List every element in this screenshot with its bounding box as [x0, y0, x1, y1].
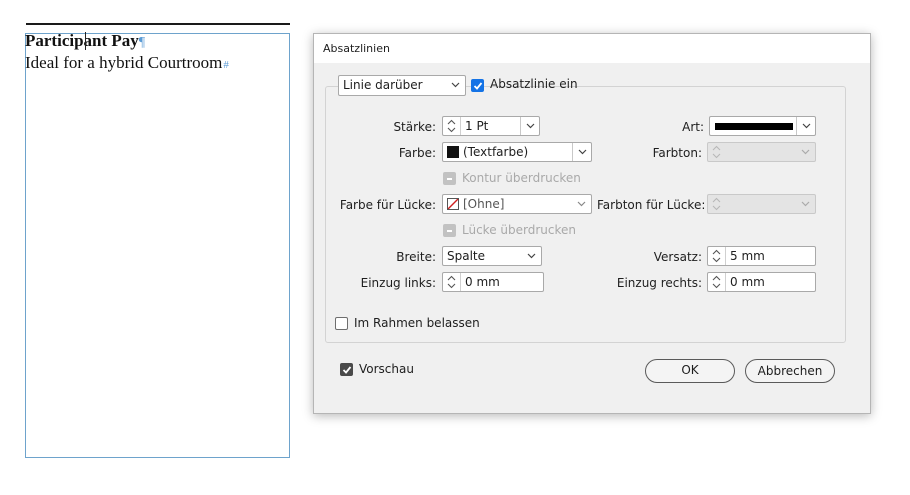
stepper-icon[interactable] — [443, 117, 461, 135]
color-swatch — [447, 146, 459, 158]
end-of-story-mark: # — [223, 59, 229, 71]
rule-type-value: Linie darüber — [343, 78, 423, 92]
offset-value: 5 mm — [730, 249, 765, 263]
chevron-down-icon[interactable] — [520, 117, 539, 135]
dialog-titlebar: Absatzlinien — [314, 34, 870, 63]
color-value: (Textfarbe) — [463, 145, 529, 159]
stepper-icon[interactable] — [443, 273, 461, 291]
width-select[interactable]: Spalte — [442, 246, 542, 266]
chevron-down-icon — [796, 143, 815, 161]
color-select[interactable]: (Textfarbe) — [442, 142, 592, 162]
text-frame[interactable] — [25, 33, 290, 458]
body-text: Ideal for a hybrid Courtroom — [25, 53, 223, 72]
text-cursor — [85, 32, 86, 50]
left-indent-label: Einzug links: — [360, 276, 436, 290]
left-indent-field[interactable]: 0 mm — [442, 272, 544, 292]
rule-style-select[interactable] — [709, 116, 816, 136]
cancel-button[interactable]: Abbrechen — [745, 359, 835, 383]
paragraph-body[interactable]: Ideal for a hybrid Courtroom# — [25, 53, 229, 73]
chevron-down-icon[interactable] — [522, 247, 541, 265]
weight-value: 1 Pt — [465, 119, 489, 133]
stepper-icon[interactable] — [708, 273, 726, 291]
keep-in-frame-checkbox[interactable] — [335, 317, 348, 330]
preview-label: Vorschau — [359, 362, 414, 376]
weight-combo[interactable]: 1 Pt — [442, 116, 540, 136]
heading-text: Participant Pay — [25, 31, 139, 50]
chevron-down-icon[interactable] — [572, 195, 591, 213]
left-indent-value: 0 mm — [465, 275, 500, 289]
gap-color-value: [Ohne] — [463, 197, 505, 211]
offset-label: Versatz: — [653, 250, 702, 264]
tint-label: Farbton: — [652, 146, 702, 160]
right-indent-value: 0 mm — [730, 275, 765, 289]
chevron-down-icon[interactable] — [572, 143, 591, 161]
dash-icon — [447, 230, 452, 232]
overprint-stroke-checkbox — [443, 172, 456, 185]
weight-label: Stärke: — [393, 120, 436, 134]
width-value: Spalte — [447, 249, 486, 263]
gap-color-label: Farbe für Lücke: — [339, 198, 436, 212]
gap-tint-label: Farbton für Lücke: — [597, 198, 706, 212]
preview-checkbox[interactable] — [340, 363, 353, 376]
gap-tint-combo — [707, 194, 816, 214]
right-indent-label: Einzug rechts: — [616, 276, 702, 290]
rule-on-label: Absatzlinie ein — [490, 77, 578, 91]
checkmark-icon — [342, 366, 352, 374]
checkmark-icon — [473, 82, 483, 90]
keep-in-frame-label: Im Rahmen belassen — [354, 316, 480, 330]
chevron-down-icon — [446, 76, 465, 94]
rule-on-checkbox[interactable] — [471, 79, 484, 92]
offset-field[interactable]: 5 mm — [707, 246, 816, 266]
type-label: Art: — [682, 120, 704, 134]
dash-icon — [447, 178, 452, 180]
gap-color-select[interactable]: [Ohne] — [442, 194, 592, 214]
stepper-icon[interactable] — [708, 247, 726, 265]
stepper-icon — [708, 195, 726, 213]
chevron-down-icon — [796, 195, 815, 213]
overprint-gap-checkbox — [443, 224, 456, 237]
dialog-title: Absatzlinien — [323, 42, 390, 55]
paragraph-rule-above — [26, 23, 290, 25]
none-swatch-icon — [447, 198, 459, 210]
width-label: Breite: — [396, 250, 436, 264]
tint-combo — [707, 142, 816, 162]
solid-line-preview — [715, 123, 793, 130]
paragraph-rules-dialog: Absatzlinien Linie darüber Absatzlinie e… — [313, 33, 871, 414]
color-label: Farbe: — [398, 146, 436, 160]
stepper-icon — [708, 143, 726, 161]
overprint-gap-label: Lücke überdrucken — [462, 223, 576, 237]
overprint-stroke-label: Kontur überdrucken — [462, 171, 581, 185]
right-indent-field[interactable]: 0 mm — [707, 272, 816, 292]
rule-type-select[interactable]: Linie darüber — [338, 75, 466, 96]
ok-button[interactable]: OK — [645, 359, 735, 383]
pilcrow-mark: ¶ — [138, 35, 146, 50]
chevron-down-icon[interactable] — [796, 117, 815, 135]
